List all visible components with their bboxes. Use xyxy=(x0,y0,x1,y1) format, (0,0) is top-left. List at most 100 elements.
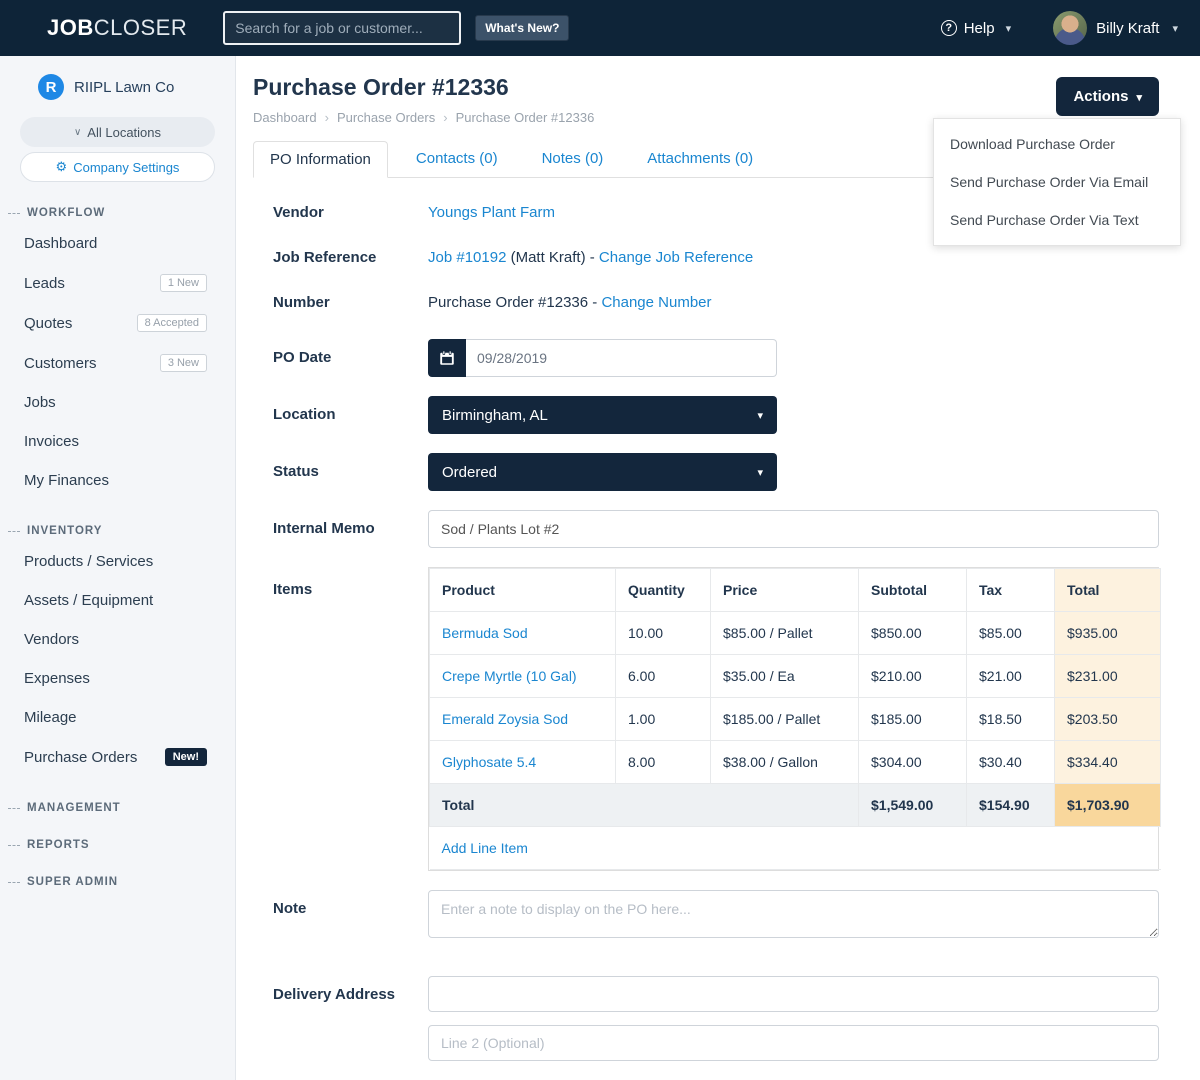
items-header-price: Price xyxy=(711,569,859,612)
item-product-link[interactable]: Crepe Myrtle (10 Gal) xyxy=(442,668,577,684)
breadcrumb-item-purchase-orders[interactable]: Purchase Orders xyxy=(337,110,435,125)
user-menu[interactable]: Billy Kraft ▾ xyxy=(1053,11,1178,45)
company-switcher[interactable]: R RIIPL Lawn Co xyxy=(0,74,235,112)
company-settings-button[interactable]: ⚙ Company Settings xyxy=(20,152,215,182)
menu-item-send-purchase-order-via-text[interactable]: Send Purchase Order Via Text xyxy=(934,201,1180,239)
item-tax-cell: $21.00 xyxy=(967,655,1055,698)
sidebar-item-label: My Finances xyxy=(24,472,109,489)
job-link[interactable]: Job #10192 xyxy=(428,249,506,266)
calendar-icon xyxy=(438,349,456,367)
sidebar-item-products-services[interactable]: Products / Services xyxy=(0,542,235,581)
sidebar-item-invoices[interactable]: Invoices xyxy=(0,422,235,461)
change-number-link[interactable]: Change Number xyxy=(601,294,711,311)
sidebar-item-badge: 3 New xyxy=(160,354,207,372)
chevron-down-icon: ▾ xyxy=(1136,92,1142,104)
all-locations-dropdown[interactable]: ∨ All Locations xyxy=(20,117,215,147)
vendor-link[interactable]: Youngs Plant Farm xyxy=(428,204,555,221)
menu-item-download-purchase-order[interactable]: Download Purchase Order xyxy=(934,125,1180,163)
item-price-cell: $38.00 / Gallon xyxy=(711,741,859,784)
items-header-total: Total xyxy=(1055,569,1161,612)
whats-new-button[interactable]: What's New? xyxy=(475,15,569,41)
sidebar-item-mileage[interactable]: Mileage xyxy=(0,698,235,737)
total-subtotal-cell: $1,549.00 xyxy=(859,784,967,827)
item-product-link[interactable]: Glyphosate 5.4 xyxy=(442,754,536,770)
item-product-cell: Crepe Myrtle (10 Gal) xyxy=(430,655,616,698)
item-total-cell: $334.40 xyxy=(1055,741,1161,784)
items-header-product: Product xyxy=(430,569,616,612)
sidebar-section-reports: REPORTS xyxy=(8,839,235,851)
sidebar-section-management: MANAGEMENT xyxy=(8,802,235,814)
avatar[interactable] xyxy=(1053,11,1087,45)
total-tax-cell: $154.90 xyxy=(967,784,1055,827)
add-line-item-row: Add Line Item xyxy=(430,827,1161,870)
sidebar-item-purchase-orders[interactable]: Purchase OrdersNew! xyxy=(0,737,235,777)
item-price-cell: $35.00 / Ea xyxy=(711,655,859,698)
section-label: MANAGEMENT xyxy=(27,802,121,814)
status-select[interactable]: Ordered ▾ xyxy=(428,453,777,491)
sidebar-item-badge: New! xyxy=(165,748,207,766)
sidebar-item-label: Jobs xyxy=(24,394,56,411)
sidebar-item-leads[interactable]: Leads1 New xyxy=(0,263,235,303)
actions-dropdown-menu: Download Purchase OrderSend Purchase Ord… xyxy=(933,118,1181,246)
sidebar-item-label: Expenses xyxy=(24,670,90,687)
table-row: Crepe Myrtle (10 Gal)6.00$35.00 / Ea$210… xyxy=(430,655,1161,698)
sidebar-item-dashboard[interactable]: Dashboard xyxy=(0,224,235,263)
delivery-address-line2-input[interactable] xyxy=(428,1025,1159,1061)
tab-contacts-0[interactable]: Contacts (0) xyxy=(400,141,514,178)
sidebar-item-customers[interactable]: Customers3 New xyxy=(0,343,235,383)
gear-icon: ⚙ xyxy=(56,159,68,175)
internal-memo-row: Internal Memo xyxy=(273,510,1159,548)
app-logo[interactable]: JOBCLOSER xyxy=(47,15,187,41)
sidebar-item-label: Assets / Equipment xyxy=(24,592,153,609)
tab-po-information[interactable]: PO Information xyxy=(253,141,388,178)
status-selected-value: Ordered xyxy=(442,464,497,481)
chevron-down-icon: ▾ xyxy=(1172,22,1178,35)
section-dash-icon xyxy=(8,808,20,809)
user-name: Billy Kraft xyxy=(1096,20,1159,37)
delivery-address-line1-input[interactable] xyxy=(428,976,1159,1012)
items-table-container: ProductQuantityPriceSubtotalTaxTotal Ber… xyxy=(428,567,1159,871)
item-subtotal-cell: $185.00 xyxy=(859,698,967,741)
change-job-reference-link[interactable]: Change Job Reference xyxy=(599,249,753,266)
sidebar-item-my-finances[interactable]: My Finances xyxy=(0,461,235,500)
item-quantity-cell: 10.00 xyxy=(616,612,711,655)
item-product-cell: Glyphosate 5.4 xyxy=(430,741,616,784)
items-header-subtotal: Subtotal xyxy=(859,569,967,612)
top-navbar: JOBCLOSER What's New? ? Help ▾ Billy Kra… xyxy=(0,0,1200,56)
sidebar-item-jobs[interactable]: Jobs xyxy=(0,383,235,422)
breadcrumb-item-dashboard[interactable]: Dashboard xyxy=(253,110,317,125)
calendar-icon-button[interactable] xyxy=(428,339,466,377)
sidebar-item-assets-equipment[interactable]: Assets / Equipment xyxy=(0,581,235,620)
add-line-item-link[interactable]: Add Line Item xyxy=(442,840,528,856)
section-dash-icon xyxy=(8,213,20,214)
sidebar-item-quotes[interactable]: Quotes8 Accepted xyxy=(0,303,235,343)
job-reference-label: Job Reference xyxy=(273,249,428,266)
item-product-link[interactable]: Emerald Zoysia Sod xyxy=(442,711,568,727)
sidebar-item-vendors[interactable]: Vendors xyxy=(0,620,235,659)
item-price-cell: $85.00 / Pallet xyxy=(711,612,859,655)
help-menu[interactable]: ? Help ▾ xyxy=(941,20,1011,37)
po-date-input[interactable] xyxy=(466,339,777,377)
status-label: Status xyxy=(273,453,428,491)
sidebar-item-expenses[interactable]: Expenses xyxy=(0,659,235,698)
item-total-cell: $935.00 xyxy=(1055,612,1161,655)
breadcrumb-separator-icon: › xyxy=(443,110,447,125)
tab-notes-0[interactable]: Notes (0) xyxy=(526,141,620,178)
item-product-link[interactable]: Bermuda Sod xyxy=(442,625,528,641)
item-quantity-cell: 1.00 xyxy=(616,698,711,741)
item-subtotal-cell: $850.00 xyxy=(859,612,967,655)
internal-memo-input[interactable] xyxy=(428,510,1159,548)
number-value: Purchase Order #12336 - xyxy=(428,294,597,311)
help-icon: ? xyxy=(941,20,957,36)
sidebar-item-label: Vendors xyxy=(24,631,79,648)
actions-button[interactable]: Actions▾ xyxy=(1056,77,1159,116)
location-select[interactable]: Birmingham, AL ▾ xyxy=(428,396,777,434)
sidebar-section-inventory: INVENTORY xyxy=(8,525,235,537)
menu-item-send-purchase-order-via-email[interactable]: Send Purchase Order Via Email xyxy=(934,163,1180,201)
item-product-cell: Bermuda Sod xyxy=(430,612,616,655)
chevron-down-icon: ▾ xyxy=(1006,22,1012,35)
tab-attachments-0[interactable]: Attachments (0) xyxy=(631,141,769,178)
search-input[interactable] xyxy=(223,11,461,45)
po-note-textarea[interactable] xyxy=(428,890,1159,938)
sidebar: R RIIPL Lawn Co ∨ All Locations ⚙ Compan… xyxy=(0,56,236,1080)
